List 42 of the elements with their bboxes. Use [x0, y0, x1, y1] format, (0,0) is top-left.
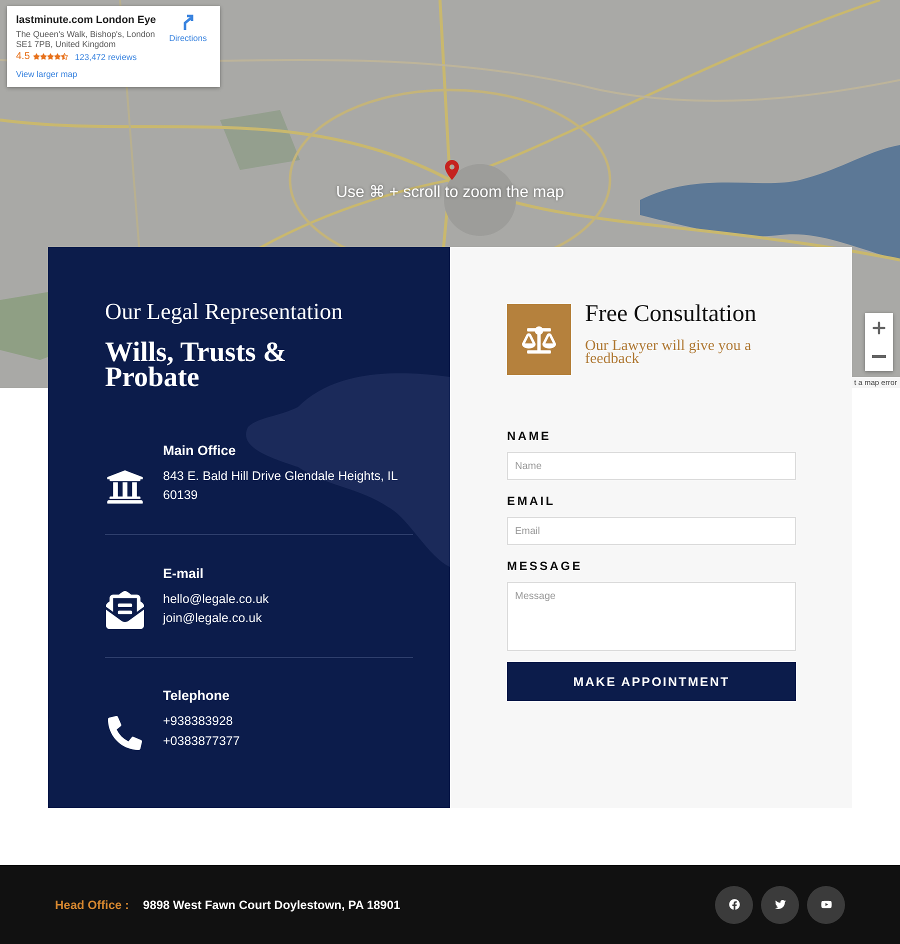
appointment-button[interactable]: MAKE APPOINTMENT [507, 662, 796, 701]
reviews-link[interactable]: 123,472 reviews [74, 52, 137, 62]
footer-address: 9898 West Fawn Court Doylestown, PA 18901 [143, 898, 402, 912]
consultation-subtitle: Our Lawyer will give you a feedback [585, 340, 752, 366]
zoom-out-button[interactable] [865, 342, 893, 371]
message-field[interactable]: Message [507, 582, 796, 651]
map-zoom-hint: Use ⌘ + scroll to zoom the map [336, 184, 564, 201]
social-button[interactable] [807, 886, 845, 924]
input-field[interactable]: Name [507, 452, 796, 480]
contact-detail: join@legale.co.uk [163, 610, 263, 627]
fork-arrow-icon [181, 14, 195, 30]
field-label: MESSAGE [507, 559, 584, 573]
field-label: EMAIL [507, 494, 556, 508]
youtube-icon [820, 899, 832, 910]
larger-map-link[interactable]: View larger map [16, 69, 164, 80]
section-subtitle: Our Legal Representation [105, 299, 344, 325]
zoom-in-button[interactable] [865, 313, 893, 342]
phone-icon [108, 716, 142, 750]
contact-detail: hello@legale.co.uk [163, 590, 270, 608]
field-label: NAME [507, 429, 552, 443]
contact-heading: Main Office [163, 442, 237, 458]
consultation-title: Free Consultation [585, 301, 758, 328]
envelope-icon [106, 591, 144, 629]
contact-detail: 843 E. Bald Hill Drive Glendale Heights, IL 60139 [163, 468, 398, 504]
section-title: Wills, Trusts & Probate [105, 340, 288, 390]
directions-link[interactable]: Directions [164, 14, 212, 81]
footer-label: Head Office : [55, 898, 130, 912]
facebook-icon [728, 899, 740, 910]
place-name: lastminute.com London Eye [16, 14, 158, 26]
contact-heading: E-mail [163, 566, 205, 580]
contact-heading: Telephone [163, 688, 231, 703]
plus-icon [870, 318, 888, 336]
social-button[interactable] [761, 886, 799, 924]
contact-detail: +938383928 [163, 713, 234, 730]
place-address: The Queen's Walk, Bishop's, London SE1 7PB, United Kingdom [16, 29, 156, 50]
contact-detail: +0383877377 [163, 732, 241, 750]
social-button[interactable] [715, 886, 753, 924]
minus-icon [872, 355, 886, 358]
bank-icon [106, 468, 144, 506]
rating-value: 4.5 [16, 51, 30, 62]
twitter-icon [774, 899, 786, 910]
input-field[interactable]: Email [507, 517, 796, 545]
